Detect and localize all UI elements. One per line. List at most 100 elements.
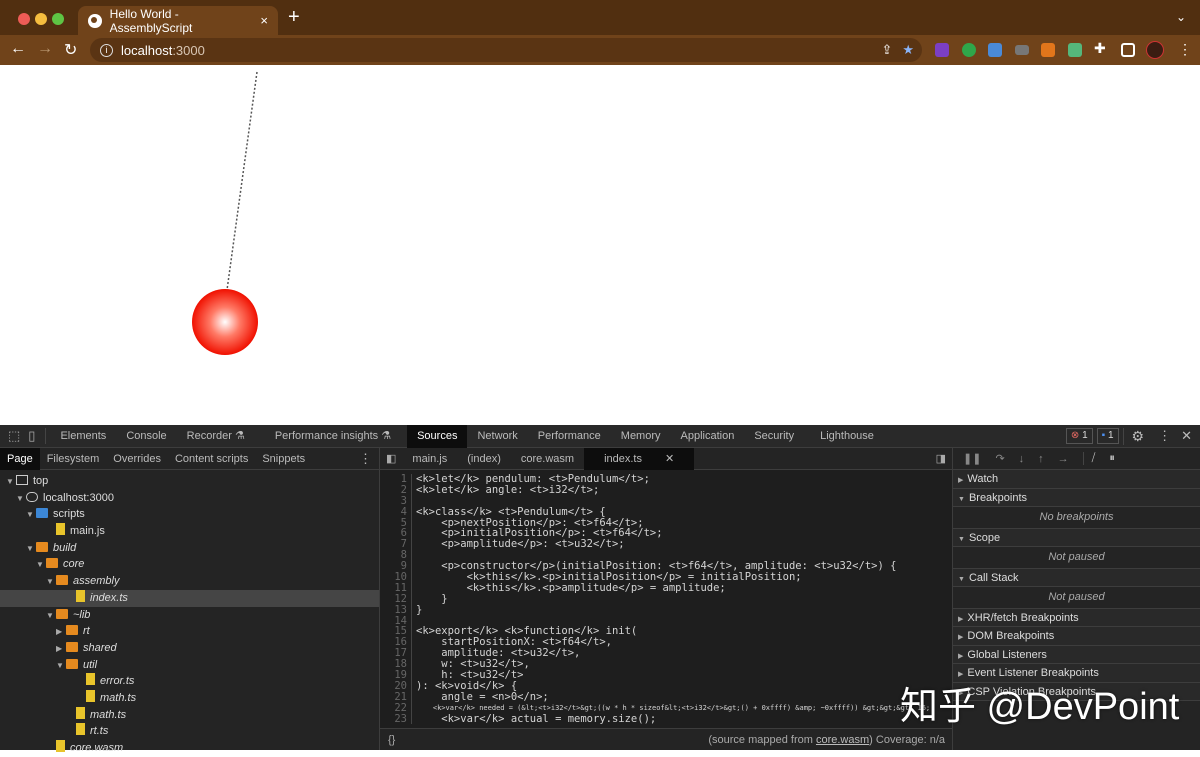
tab-console[interactable]: Console	[116, 425, 176, 448]
section-header[interactable]: ▶Event Listener Breakpoints	[953, 664, 1200, 683]
expand-arrow-icon[interactable]: ▼	[46, 574, 56, 591]
collapse-arrow-icon[interactable]: ▶	[56, 624, 66, 641]
line-number[interactable]: 21	[380, 692, 412, 703]
section-header[interactable]: ▼Breakpoints	[953, 489, 1200, 508]
tab-overrides[interactable]: Overrides	[106, 448, 168, 470]
toggle-navigator-icon[interactable]: ◧	[380, 448, 402, 470]
code-lines[interactable]: 1<k>let</k> pendulum: <t>Pendulum</t>;2<…	[380, 474, 953, 724]
tab-page[interactable]: Page	[0, 448, 40, 470]
code-line[interactable]: 8	[380, 550, 953, 561]
pause-on-exceptions-icon[interactable]: ⏸	[1109, 452, 1115, 465]
line-number[interactable]: 4	[380, 507, 412, 518]
line-number[interactable]: 18	[380, 659, 412, 670]
collapse-arrow-icon[interactable]: ▶	[56, 641, 66, 658]
address-bar[interactable]: i localhost:3000 ⇪ ★	[90, 38, 922, 62]
close-tab-icon[interactable]: ✕	[655, 453, 684, 465]
expand-arrow-icon[interactable]: ▼	[26, 507, 36, 524]
tree-item[interactable]: main.js	[0, 523, 379, 540]
expand-arrow-icon[interactable]: ▼	[26, 541, 36, 558]
tree-item[interactable]: index.ts	[0, 590, 379, 607]
tree-item[interactable]: ▼assembly	[0, 573, 379, 590]
line-number[interactable]: 19	[380, 670, 412, 681]
code-line[interactable]: 5 <p>nextPosition</p>: <t>f64</t>;	[380, 518, 953, 529]
tab-performance-insights[interactable]: Performance insights ⚗	[265, 425, 401, 448]
tab-recorder[interactable]: Recorder ⚗	[177, 425, 255, 448]
side-panel-icon[interactable]	[1121, 43, 1135, 57]
step-over-icon[interactable]: ↷	[995, 452, 1004, 465]
maximize-window-button[interactable]	[52, 13, 64, 25]
line-number[interactable]: 15	[380, 626, 412, 637]
line-number[interactable]: 13	[380, 605, 412, 616]
line-number[interactable]: 8	[380, 550, 412, 561]
code-line[interactable]: 22 <k>var</k> needed = (&lt;<t>i32</t>&g…	[380, 703, 953, 714]
expand-arrow-icon[interactable]: ▼	[6, 474, 16, 491]
editor-tab-core-wasm[interactable]: core.wasm	[511, 448, 584, 470]
core-wasm-link[interactable]: core.wasm	[816, 734, 869, 746]
line-number[interactable]: 22	[380, 703, 412, 714]
extension-icon[interactable]	[1068, 43, 1082, 57]
browser-tab[interactable]: Hello World - AssemblyScript ×	[78, 6, 278, 35]
line-number[interactable]: 14	[380, 616, 412, 627]
step-into-icon[interactable]: ↓	[1019, 453, 1025, 465]
editor-tab-index-ts[interactable]: index.ts ✕	[584, 448, 694, 470]
code-line[interactable]: 19 h: <t>u32</t>	[380, 670, 953, 681]
section-header[interactable]: ▶XHR/fetch Breakpoints	[953, 609, 1200, 628]
share-icon[interactable]: ⇪	[881, 42, 892, 58]
code-line[interactable]: 2<k>let</k> angle: <t>i32</t>;	[380, 485, 953, 496]
profile-avatar[interactable]	[1146, 41, 1164, 59]
tree-item[interactable]: ▼localhost:3000	[0, 490, 379, 507]
line-number[interactable]: 9	[380, 561, 412, 572]
tab-memory[interactable]: Memory	[611, 425, 671, 448]
deactivate-breakpoints-icon[interactable]: ⧸	[1083, 452, 1096, 465]
tab-application[interactable]: Application	[671, 425, 745, 448]
line-number[interactable]: 6	[380, 528, 412, 539]
pretty-print-button[interactable]: {}	[388, 734, 395, 746]
metamask-extension-icon[interactable]	[1041, 43, 1055, 57]
more-tabs-icon[interactable]: ⋮	[352, 448, 379, 470]
toggle-debugger-icon[interactable]: ◨	[930, 448, 952, 470]
line-number[interactable]: 12	[380, 594, 412, 605]
line-number[interactable]: 17	[380, 648, 412, 659]
code-line[interactable]: 20): <k>void</k> {	[380, 681, 953, 692]
code-line[interactable]: 16 startPositionX: <t>f64</t>,	[380, 637, 953, 648]
tab-elements[interactable]: Elements	[50, 425, 116, 448]
section-header[interactable]: ▶DOM Breakpoints	[953, 627, 1200, 646]
line-number[interactable]: 20	[380, 681, 412, 692]
tree-item[interactable]: error.ts	[0, 673, 379, 690]
line-number[interactable]: 1	[380, 474, 412, 485]
evernote-extension-icon[interactable]	[962, 43, 976, 57]
step-icon[interactable]: →	[1058, 453, 1069, 465]
code-line[interactable]: 15<k>export</k> <k>function</k> init(	[380, 626, 953, 637]
tab-performance[interactable]: Performance	[528, 425, 611, 448]
tree-item[interactable]: math.ts	[0, 690, 379, 707]
back-arrow-icon[interactable]: ←	[10, 40, 26, 58]
tab-sources[interactable]: Sources	[407, 425, 467, 448]
error-count-badge[interactable]: ⊗ 1	[1066, 428, 1093, 444]
settings-gear-icon[interactable]: ⚙	[1123, 428, 1153, 445]
code-line[interactable]: 17 amplitude: <t>u32</t>,	[380, 648, 953, 659]
tree-item[interactable]: ▼util	[0, 657, 379, 674]
message-count-badge[interactable]: ▪ 1	[1097, 428, 1119, 444]
close-window-button[interactable]	[18, 13, 30, 25]
device-toolbar-icon[interactable]: ▯	[26, 428, 46, 444]
editor-tab-index[interactable]: (index)	[457, 448, 511, 470]
tab-lighthouse[interactable]: Lighthouse	[810, 425, 884, 448]
editor-tab-main-js[interactable]: main.js	[402, 448, 457, 470]
extension-icon[interactable]	[935, 43, 949, 57]
tree-item[interactable]: ▶rt	[0, 623, 379, 640]
close-tab-icon[interactable]: ×	[260, 13, 268, 28]
tree-item[interactable]: math.ts	[0, 707, 379, 724]
code-line[interactable]: 10 <k>this</k>.<p>initialPosition</p> = …	[380, 572, 953, 583]
code-line[interactable]: 11 <k>this</k>.<p>amplitude</p> = amplit…	[380, 583, 953, 594]
line-number[interactable]: 10	[380, 572, 412, 583]
code-line[interactable]: 14	[380, 616, 953, 627]
tree-item[interactable]: ▶shared	[0, 640, 379, 657]
code-line[interactable]: 7 <p>amplitude</p>: <t>u32</t>;	[380, 539, 953, 550]
code-line[interactable]: 9 <p>constructor</p>(initialPosition: <t…	[380, 561, 953, 572]
line-number[interactable]: 11	[380, 583, 412, 594]
tree-item[interactable]: ▼build	[0, 540, 379, 557]
expand-arrow-icon[interactable]: ▼	[16, 491, 26, 508]
line-number[interactable]: 3	[380, 496, 412, 507]
tree-item[interactable]: core.wasm	[0, 740, 379, 757]
tab-network[interactable]: Network	[467, 425, 527, 448]
